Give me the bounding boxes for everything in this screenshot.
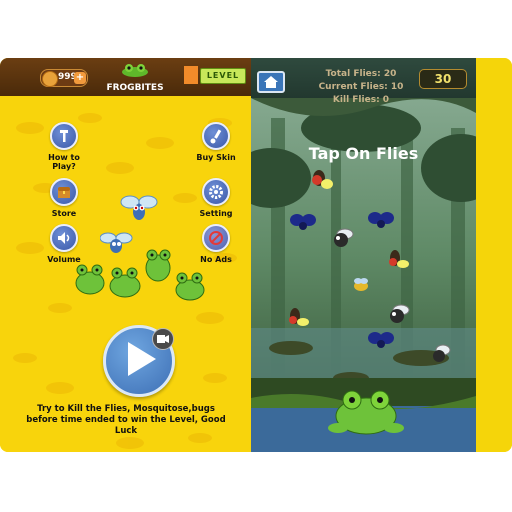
housefly-target[interactable] xyxy=(334,228,354,247)
how-to-play-label-2: Play? xyxy=(52,162,76,171)
treasure-chest-icon xyxy=(50,178,78,206)
how-to-play-button[interactable]: How to Play? xyxy=(34,122,94,171)
level-badge[interactable]: LEVEL xyxy=(184,66,246,84)
setting-label: Setting xyxy=(199,209,233,218)
blue-fly-target[interactable] xyxy=(368,332,394,348)
level-flag-icon xyxy=(184,66,198,84)
play-icon xyxy=(128,342,156,376)
flies-layer xyxy=(289,170,451,435)
blue-fly-target[interactable] xyxy=(368,212,394,228)
bee-target[interactable] xyxy=(354,278,368,291)
app-frame: 999 + FROGBITES LEVEL How to Play? Buy S… xyxy=(0,58,512,452)
coin-icon xyxy=(42,71,58,87)
store-label: Store xyxy=(51,209,77,218)
frog-logo-icon xyxy=(122,64,148,77)
video-ad-button[interactable] xyxy=(152,328,174,350)
housefly-target[interactable] xyxy=(390,304,410,323)
firefly-target[interactable] xyxy=(389,250,409,268)
brush-icon xyxy=(202,122,230,150)
right-border xyxy=(476,58,512,452)
game-panel: Total Flies: 20 Current Flies: 10 Kill F… xyxy=(251,58,476,452)
menu-panel: 999 + FROGBITES LEVEL How to Play? Buy S… xyxy=(0,58,251,452)
buy-skin-button[interactable]: Buy Skin xyxy=(186,122,246,162)
blue-fly-target[interactable] xyxy=(290,214,316,230)
frogs-illustration xyxy=(75,249,205,301)
firefly-target[interactable] xyxy=(289,308,309,326)
menu-top-bar: 999 + FROGBITES LEVEL xyxy=(0,58,251,96)
buy-skin-label: Buy Skin xyxy=(196,153,236,162)
store-button[interactable]: Store xyxy=(34,178,94,218)
brand-name: FROGBITES xyxy=(106,83,164,93)
how-to-play-label-1: How to xyxy=(48,153,80,162)
gear-icon xyxy=(202,178,230,206)
coin-counter[interactable]: 999 + xyxy=(40,69,88,87)
firefly-target[interactable] xyxy=(312,170,333,189)
frog-player[interactable] xyxy=(328,390,404,435)
video-camera-icon xyxy=(157,335,169,343)
housefly-target[interactable] xyxy=(433,344,451,362)
wrench-icon xyxy=(50,122,78,150)
brand: FROGBITES xyxy=(100,62,170,93)
instructions-text: Try to Kill the Flies, Mosquitose,bugs b… xyxy=(26,404,226,436)
setting-button[interactable]: Setting xyxy=(186,178,246,218)
add-coins-button[interactable]: + xyxy=(74,72,86,84)
level-label: LEVEL xyxy=(200,68,246,84)
